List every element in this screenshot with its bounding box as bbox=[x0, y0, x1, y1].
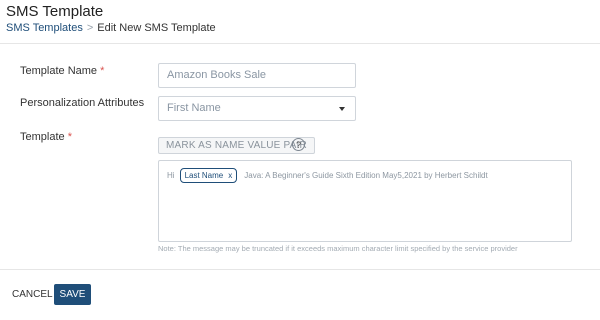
template-content: Hi Last Name x Java: A Beginner's Guide … bbox=[167, 168, 488, 183]
help-icon[interactable]: ? bbox=[292, 138, 305, 151]
close-icon[interactable]: x bbox=[228, 171, 232, 180]
personalization-select[interactable]: First Name bbox=[158, 96, 356, 121]
personalization-label: Personalization Attributes bbox=[20, 97, 145, 109]
required-marker: * bbox=[67, 131, 72, 143]
template-name-input[interactable]: Amazon Books Sale bbox=[158, 63, 356, 88]
footer-divider bbox=[0, 269, 600, 270]
template-body-text: Java: A Beginner's Guide Sixth Edition M… bbox=[244, 171, 488, 180]
template-name-label: Template Name * bbox=[20, 65, 104, 77]
template-prefix-text: Hi bbox=[167, 171, 175, 180]
template-label: Template * bbox=[20, 131, 72, 143]
attribute-chip-last-name[interactable]: Last Name x bbox=[179, 168, 238, 183]
template-label-text: Template bbox=[20, 131, 65, 143]
chevron-right-icon: > bbox=[86, 22, 94, 34]
header-divider bbox=[0, 43, 600, 44]
template-editor[interactable]: Hi Last Name x Java: A Beginner's Guide … bbox=[158, 160, 572, 242]
truncation-note: Note: The message may be truncated if it… bbox=[158, 244, 518, 253]
template-name-label-text: Template Name bbox=[20, 65, 98, 77]
page-title: SMS Template bbox=[6, 3, 104, 20]
attribute-chip-label: Last Name bbox=[184, 171, 224, 180]
breadcrumb: SMS Templates > Edit New SMS Template bbox=[6, 22, 216, 34]
breadcrumb-link-sms-templates[interactable]: SMS Templates bbox=[6, 22, 83, 34]
personalization-selected-value: First Name bbox=[167, 102, 221, 114]
required-marker: * bbox=[100, 65, 105, 77]
caret-down-icon bbox=[339, 106, 345, 111]
breadcrumb-current: Edit New SMS Template bbox=[97, 22, 216, 34]
cancel-button[interactable]: CANCEL bbox=[12, 284, 53, 305]
save-button[interactable]: SAVE bbox=[54, 284, 91, 305]
